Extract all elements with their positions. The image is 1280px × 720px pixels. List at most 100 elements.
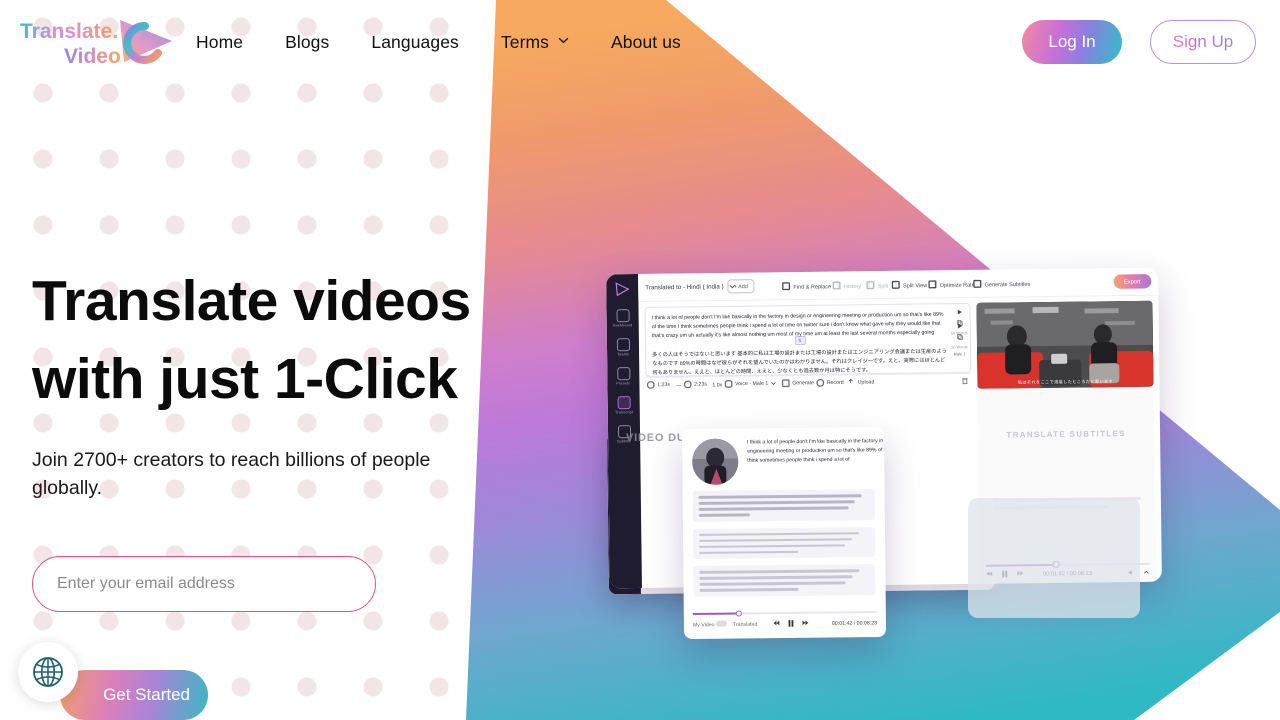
logo-text-line2: Video — [64, 45, 121, 68]
segment-start-time[interactable]: 1:23s — [646, 381, 671, 389]
add-language-button[interactable]: + Add — [727, 278, 755, 294]
clock-icon — [646, 381, 655, 389]
expand-icon[interactable] — [1143, 568, 1150, 575]
floating-card-controls: My Video Translated 00:01:42 / 00:08:23 — [693, 619, 877, 628]
play-segment-icon[interactable] — [956, 323, 962, 329]
word-count-target: 30 Words — [951, 343, 968, 350]
background-panel-card — [968, 498, 1140, 618]
record-button-label: Record — [827, 379, 845, 386]
history-label: History — [843, 281, 862, 289]
page-title: Translate videos with just 1-Click — [32, 269, 471, 411]
generate-subtitles-button[interactable]: Generate Subtitles — [967, 279, 1037, 288]
sidebar-item-transcript[interactable]: Transcript — [611, 396, 637, 415]
floating-progress-track[interactable] — [692, 610, 877, 617]
nav-link-about-us[interactable]: About us — [611, 32, 681, 53]
nav-link-languages-label: Languages — [371, 31, 459, 52]
nav-actions: Log In Sign Up — [1022, 20, 1256, 64]
transcript-editor[interactable]: I think a lot of people don't I'm like b… — [644, 302, 972, 377]
floating-time-display: 00:01:42 / 00:08:23 — [831, 618, 877, 626]
placeholder-line — [699, 569, 860, 574]
placeholder-line — [698, 500, 856, 505]
playback-speed[interactable]: 1.0x — [712, 381, 722, 388]
upload-icon — [847, 379, 854, 386]
globe-icon — [31, 655, 65, 689]
segment-tools-target: 30 Words Male 1 — [951, 323, 968, 357]
segment-end-time[interactable]: 2:23s — [683, 380, 707, 389]
floating-card-block-tamil-2 — [693, 564, 876, 597]
sidebar-item-teams[interactable]: Teams — [610, 338, 636, 357]
time-range-dash: — — [675, 381, 682, 388]
nav-link-about-us-label: About us — [611, 31, 681, 52]
transcript-segment-target: 多くの人はそうではないと思います 基本的に私は工場の設計または工場の設計またはエ… — [652, 347, 948, 376]
email-input[interactable] — [32, 556, 376, 612]
nav-link-languages[interactable]: Languages — [371, 32, 459, 53]
generate-subtitles-label: Generate Subtitles — [984, 279, 1031, 287]
get-started-button[interactable]: Get Started — [60, 670, 208, 720]
top-navigation-bar: Translate. Video Home Blogs Languages Te… — [0, 0, 1280, 84]
sidebar-item-presets[interactable]: Presets — [610, 367, 636, 386]
nav-link-blogs[interactable]: Blogs — [285, 32, 329, 53]
floating-progress-handle[interactable] — [735, 610, 743, 617]
floating-card-transcript: I think a lot of people don't I'm like b… — [747, 436, 886, 463]
floating-progress-fill — [692, 612, 739, 615]
app-logo-icon — [614, 281, 630, 297]
sidebar-item-transcript-label: Transcript — [614, 410, 633, 415]
placeholder-line — [699, 537, 853, 543]
placeholder-line — [699, 587, 799, 592]
play-circle-logo-icon — [120, 20, 172, 64]
voice-selector-label: Voice - Male 1 — [734, 380, 769, 388]
hero-subheadline: Join 2700+ creators to reach billions of… — [32, 449, 431, 499]
upload-button[interactable]: Upload — [847, 379, 874, 386]
brand-logo[interactable]: Translate. Video — [12, 8, 180, 70]
clock-icon — [683, 380, 692, 389]
sidebar-item-dashboard[interactable]: Dashboard — [610, 309, 636, 328]
nav-links: Home Blogs Languages Terms About us — [196, 0, 681, 84]
chevron-down-icon — [771, 382, 777, 385]
translated-video-label: Translated — [732, 620, 757, 627]
language-selector-dropdown[interactable]: Translated to - Hindi ( India ) — [645, 283, 736, 291]
video-player[interactable]: 私はそれをここで溶接したところだと思います — [976, 300, 1154, 389]
play-segment-icon[interactable] — [956, 309, 962, 315]
search-icon — [781, 281, 791, 290]
subtitles-icon — [973, 279, 982, 288]
copy-icon[interactable] — [956, 333, 963, 340]
floating-card-player: My Video Translated 00:01:42 / 00:08:23 — [684, 607, 886, 639]
video-thumbnail — [976, 300, 1154, 389]
voice-icon — [724, 380, 732, 388]
video-source-toggle[interactable] — [715, 620, 727, 627]
language-selector-label: Translated to - Hindi ( India ) — [645, 283, 724, 291]
source-video-label: My Video — [692, 620, 715, 628]
export-button-label: Export — [1124, 278, 1141, 285]
placeholder-line — [699, 581, 846, 586]
sidebar-item-dashboard-label: Dashboard — [612, 323, 633, 328]
user-avatar — [692, 438, 739, 485]
nav-link-terms-label: Terms — [500, 31, 550, 52]
nav-link-terms[interactable]: Terms — [501, 32, 569, 53]
forward-button[interactable] — [802, 619, 809, 626]
chevron-down-icon — [558, 35, 569, 46]
generate-button[interactable]: Generate — [782, 379, 814, 387]
nav-link-home[interactable]: Home — [196, 32, 243, 53]
delete-segment-button[interactable] — [962, 377, 968, 385]
segment-start-time-label: 1:23s — [657, 381, 671, 389]
rewind-button[interactable] — [773, 620, 780, 627]
get-started-button-label: Get Started — [103, 685, 190, 704]
speaker-tag: Male 1 — [953, 350, 966, 357]
watermark-translate-subtitles: TRANSLATE SUBTITLES — [1006, 429, 1126, 440]
signup-button[interactable]: Sign Up — [1150, 20, 1256, 64]
speedometer-icon — [928, 279, 937, 288]
nav-link-home-label: Home — [196, 31, 244, 52]
placeholder-line — [698, 513, 750, 517]
signup-button-label: Sign Up — [1172, 32, 1234, 51]
login-button[interactable]: Log In — [1022, 20, 1122, 64]
toolbar-button-group: Find & Replace History Split Split View — [775, 279, 1030, 290]
hero-section: Translate videos with just 1-Click Join … — [32, 262, 502, 720]
voice-selector[interactable]: Voice - Male 1 — [724, 380, 777, 388]
floating-playback-controls — [773, 619, 809, 627]
export-button[interactable]: Export — [1113, 274, 1152, 289]
pause-button[interactable] — [788, 619, 794, 627]
generate-icon — [782, 379, 790, 387]
floating-card-header: I think a lot of people don't I'm like b… — [682, 427, 886, 491]
record-button[interactable]: Record — [816, 379, 845, 387]
language-globe-button[interactable] — [18, 642, 78, 702]
